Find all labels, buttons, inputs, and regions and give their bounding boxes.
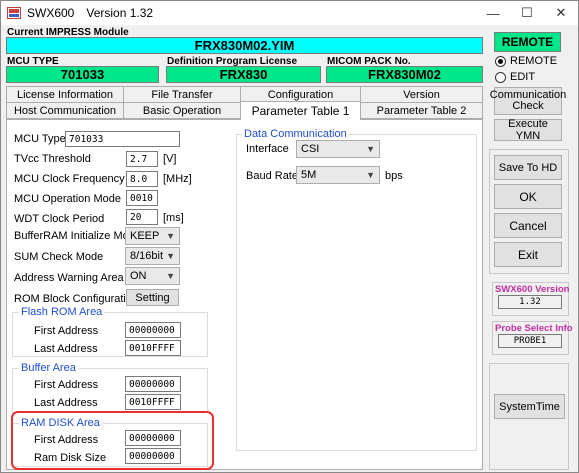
chevron-down-icon: ▼ bbox=[166, 231, 175, 241]
tvcc-unit: [V] bbox=[163, 153, 177, 165]
buffer-first-field[interactable]: 00000000 bbox=[125, 376, 181, 392]
buffer-last-field[interactable]: 0010FFFF bbox=[125, 394, 181, 410]
minimize-button[interactable]: — bbox=[476, 1, 510, 25]
buffer-last-label: Last Address bbox=[34, 397, 98, 409]
flash-first-label: First Address bbox=[34, 325, 99, 337]
execute-ymn-button[interactable]: Execute YMN bbox=[494, 118, 562, 142]
chevron-down-icon: ▼ bbox=[366, 144, 375, 154]
radio-remote-label: REMOTE bbox=[510, 55, 558, 67]
baud-rate-value: 5M bbox=[301, 169, 317, 181]
save-to-hd-button[interactable]: Save To HD bbox=[494, 155, 562, 180]
close-button[interactable]: ✕ bbox=[544, 1, 578, 25]
data-communication-title: Data Communication bbox=[242, 128, 349, 140]
mcu-clock-label: MCU Clock Frequency bbox=[14, 173, 125, 185]
address-warning-select[interactable]: ON ▼ bbox=[125, 267, 180, 285]
radio-remote-dot bbox=[495, 55, 506, 67]
rom-block-label: ROM Block Configuration bbox=[14, 293, 139, 305]
micom-pack-value: FRX830M02 bbox=[326, 66, 483, 83]
address-warning-label: Address Warning Area bbox=[14, 272, 124, 284]
baud-rate-label: Baud Rate bbox=[246, 170, 298, 182]
wdt-clock-field[interactable]: 20 bbox=[126, 209, 158, 225]
window-controls: — ☐ ✕ bbox=[476, 1, 578, 25]
mcu-mode-label: MCU Operation Mode bbox=[14, 193, 121, 205]
mcu-mode-field[interactable]: 0010 bbox=[126, 190, 158, 206]
mcu-clock-unit: [MHz] bbox=[163, 173, 192, 185]
app-name: SWX600 bbox=[27, 6, 75, 20]
remote-heading: REMOTE bbox=[494, 32, 561, 52]
ok-button[interactable]: OK bbox=[494, 184, 562, 209]
wdt-unit: [ms] bbox=[163, 212, 184, 224]
radio-edit-label: EDIT bbox=[510, 71, 536, 83]
mcu-type-field[interactable]: 701033 bbox=[65, 131, 180, 147]
app-version: Version 1.32 bbox=[86, 6, 154, 20]
module-name: FRX830M02.YIM bbox=[6, 37, 483, 54]
tvcc-threshold-label: TVcc Threshold bbox=[14, 153, 91, 165]
flash-last-field[interactable]: 0010FFFF bbox=[125, 340, 181, 356]
interface-select[interactable]: CSI ▼ bbox=[296, 140, 380, 158]
interface-value: CSI bbox=[301, 143, 320, 155]
tvcc-threshold-field[interactable]: 2.7 bbox=[126, 151, 158, 167]
sum-check-label: SUM Check Mode bbox=[14, 251, 104, 263]
tab-basic-operation[interactable]: Basic Operation bbox=[123, 102, 241, 119]
ram-disk-highlight bbox=[11, 411, 214, 470]
title-bar: SWX600 Version 1.32 — ☐ ✕ bbox=[1, 1, 578, 25]
mcu-type-label: MCU Type bbox=[14, 133, 66, 145]
cancel-button[interactable]: Cancel bbox=[494, 213, 562, 238]
tab-license-information[interactable]: License Information bbox=[6, 86, 124, 103]
def-license-value: FRX830 bbox=[166, 66, 321, 83]
probe-info-title: Probe Select Info bbox=[495, 323, 573, 334]
flash-first-field[interactable]: 00000000 bbox=[125, 322, 181, 338]
rom-block-setting-button[interactable]: Setting bbox=[126, 289, 179, 306]
baud-rate-select[interactable]: 5M ▼ bbox=[296, 166, 380, 184]
flash-rom-title: Flash ROM Area bbox=[19, 306, 105, 318]
address-warning-value: ON bbox=[130, 270, 147, 282]
radio-remote[interactable]: REMOTE bbox=[495, 55, 557, 67]
tab-host-communication[interactable]: Host Communication bbox=[6, 102, 124, 119]
mcu-clock-field[interactable]: 8.0 bbox=[126, 171, 158, 187]
radio-edit-dot bbox=[495, 71, 506, 83]
chevron-down-icon: ▼ bbox=[166, 271, 175, 281]
chevron-down-icon: ▼ bbox=[166, 251, 175, 261]
maximize-button[interactable]: ☐ bbox=[510, 1, 544, 25]
sum-check-select[interactable]: 8/16bit ▼ bbox=[125, 247, 180, 265]
buffer-first-label: First Address bbox=[34, 379, 99, 391]
baud-rate-unit: bps bbox=[385, 170, 403, 182]
window-title: SWX600 Version 1.32 bbox=[27, 6, 165, 20]
app-logo-icon bbox=[7, 7, 21, 19]
buffer-area-title: Buffer Area bbox=[19, 362, 78, 374]
probe-info-value: PROBE1 bbox=[498, 334, 562, 348]
interface-label: Interface bbox=[246, 143, 289, 155]
system-time-button[interactable]: SystemTime bbox=[494, 394, 565, 419]
radio-edit[interactable]: EDIT bbox=[495, 71, 535, 83]
flash-last-label: Last Address bbox=[34, 343, 98, 355]
swx-version-value: 1.32 bbox=[498, 295, 562, 309]
chevron-down-icon: ▼ bbox=[366, 170, 375, 180]
tab-file-transfer[interactable]: File Transfer bbox=[123, 86, 241, 103]
exit-button[interactable]: Exit bbox=[494, 242, 562, 267]
wdt-clock-label: WDT Clock Period bbox=[14, 213, 105, 225]
app-window: SWX600 Version 1.32 — ☐ ✕ Current IMPRESS… bbox=[0, 0, 579, 473]
swx-version-title: SWX600 Version bbox=[495, 284, 570, 295]
tab-parameter-table-2[interactable]: Parameter Table 2 bbox=[360, 102, 483, 119]
bufferram-mode-select[interactable]: KEEP ▼ bbox=[125, 227, 180, 245]
mcu-type-value: 701033 bbox=[6, 66, 159, 83]
bufferram-mode-label: BufferRAM Initialize Mode bbox=[14, 230, 141, 242]
sum-check-value: 8/16bit bbox=[130, 250, 164, 262]
tab-version[interactable]: Version bbox=[360, 86, 483, 103]
bufferram-mode-value: KEEP bbox=[130, 230, 160, 242]
tab-parameter-table-1[interactable]: Parameter Table 1 bbox=[240, 101, 361, 120]
communication-check-button[interactable]: Communication Check bbox=[490, 87, 566, 115]
